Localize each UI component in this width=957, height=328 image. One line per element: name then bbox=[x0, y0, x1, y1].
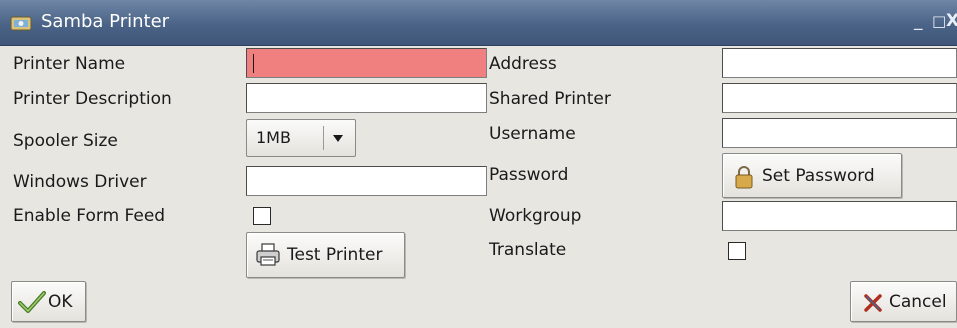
username-label: Username bbox=[489, 124, 576, 144]
username-field[interactable] bbox=[722, 118, 957, 148]
minimize-button[interactable]: _ bbox=[914, 11, 923, 31]
window-title: Samba Printer bbox=[41, 11, 170, 32]
spooler-size-dropdown[interactable]: 1MB bbox=[246, 119, 356, 157]
workgroup-label: Workgroup bbox=[489, 206, 582, 226]
set-password-button[interactable]: Set Password bbox=[722, 153, 902, 198]
test-printer-label: Test Printer bbox=[287, 245, 383, 265]
lock-icon bbox=[735, 166, 753, 189]
shared-printer-label: Shared Printer bbox=[489, 89, 611, 109]
maximize-button[interactable]: □ bbox=[932, 12, 946, 30]
translate-label: Translate bbox=[489, 240, 567, 260]
enable-form-feed-label: Enable Form Feed bbox=[13, 206, 166, 226]
test-printer-button[interactable]: Test Printer bbox=[246, 232, 405, 278]
samba-app-icon bbox=[10, 16, 32, 31]
printer-description-label: Printer Description bbox=[13, 89, 172, 109]
windows-driver-label: Windows Driver bbox=[13, 172, 147, 192]
title-bar: Samba Printer _ □ X bbox=[0, 0, 957, 46]
dropdown-arrow-icon[interactable] bbox=[333, 135, 343, 142]
shared-printer-field[interactable] bbox=[722, 83, 957, 113]
password-label: Password bbox=[489, 165, 569, 185]
printer-name-field[interactable] bbox=[246, 48, 487, 78]
ok-check-icon bbox=[18, 291, 46, 313]
spooler-size-label: Spooler Size bbox=[13, 131, 118, 151]
set-password-label: Set Password bbox=[762, 165, 875, 186]
printer-icon bbox=[256, 243, 280, 266]
ok-button[interactable]: OK bbox=[11, 281, 86, 322]
cancel-button[interactable]: Cancel bbox=[850, 281, 957, 322]
printer-name-label: Printer Name bbox=[13, 54, 126, 74]
close-button[interactable]: X bbox=[946, 11, 957, 31]
spooler-size-value: 1MB bbox=[256, 128, 291, 147]
printer-description-field[interactable] bbox=[246, 83, 487, 113]
translate-checkbox[interactable] bbox=[728, 242, 746, 260]
cancel-label: Cancel bbox=[889, 291, 947, 312]
windows-driver-field[interactable] bbox=[246, 166, 487, 196]
text-caret bbox=[253, 54, 254, 73]
ok-label: OK bbox=[48, 291, 73, 312]
workgroup-field[interactable] bbox=[722, 201, 957, 231]
dropdown-separator bbox=[323, 126, 324, 150]
enable-form-feed-checkbox[interactable] bbox=[253, 207, 271, 225]
address-label: Address bbox=[489, 54, 557, 74]
cancel-x-icon bbox=[864, 294, 882, 312]
address-field[interactable] bbox=[722, 48, 957, 78]
